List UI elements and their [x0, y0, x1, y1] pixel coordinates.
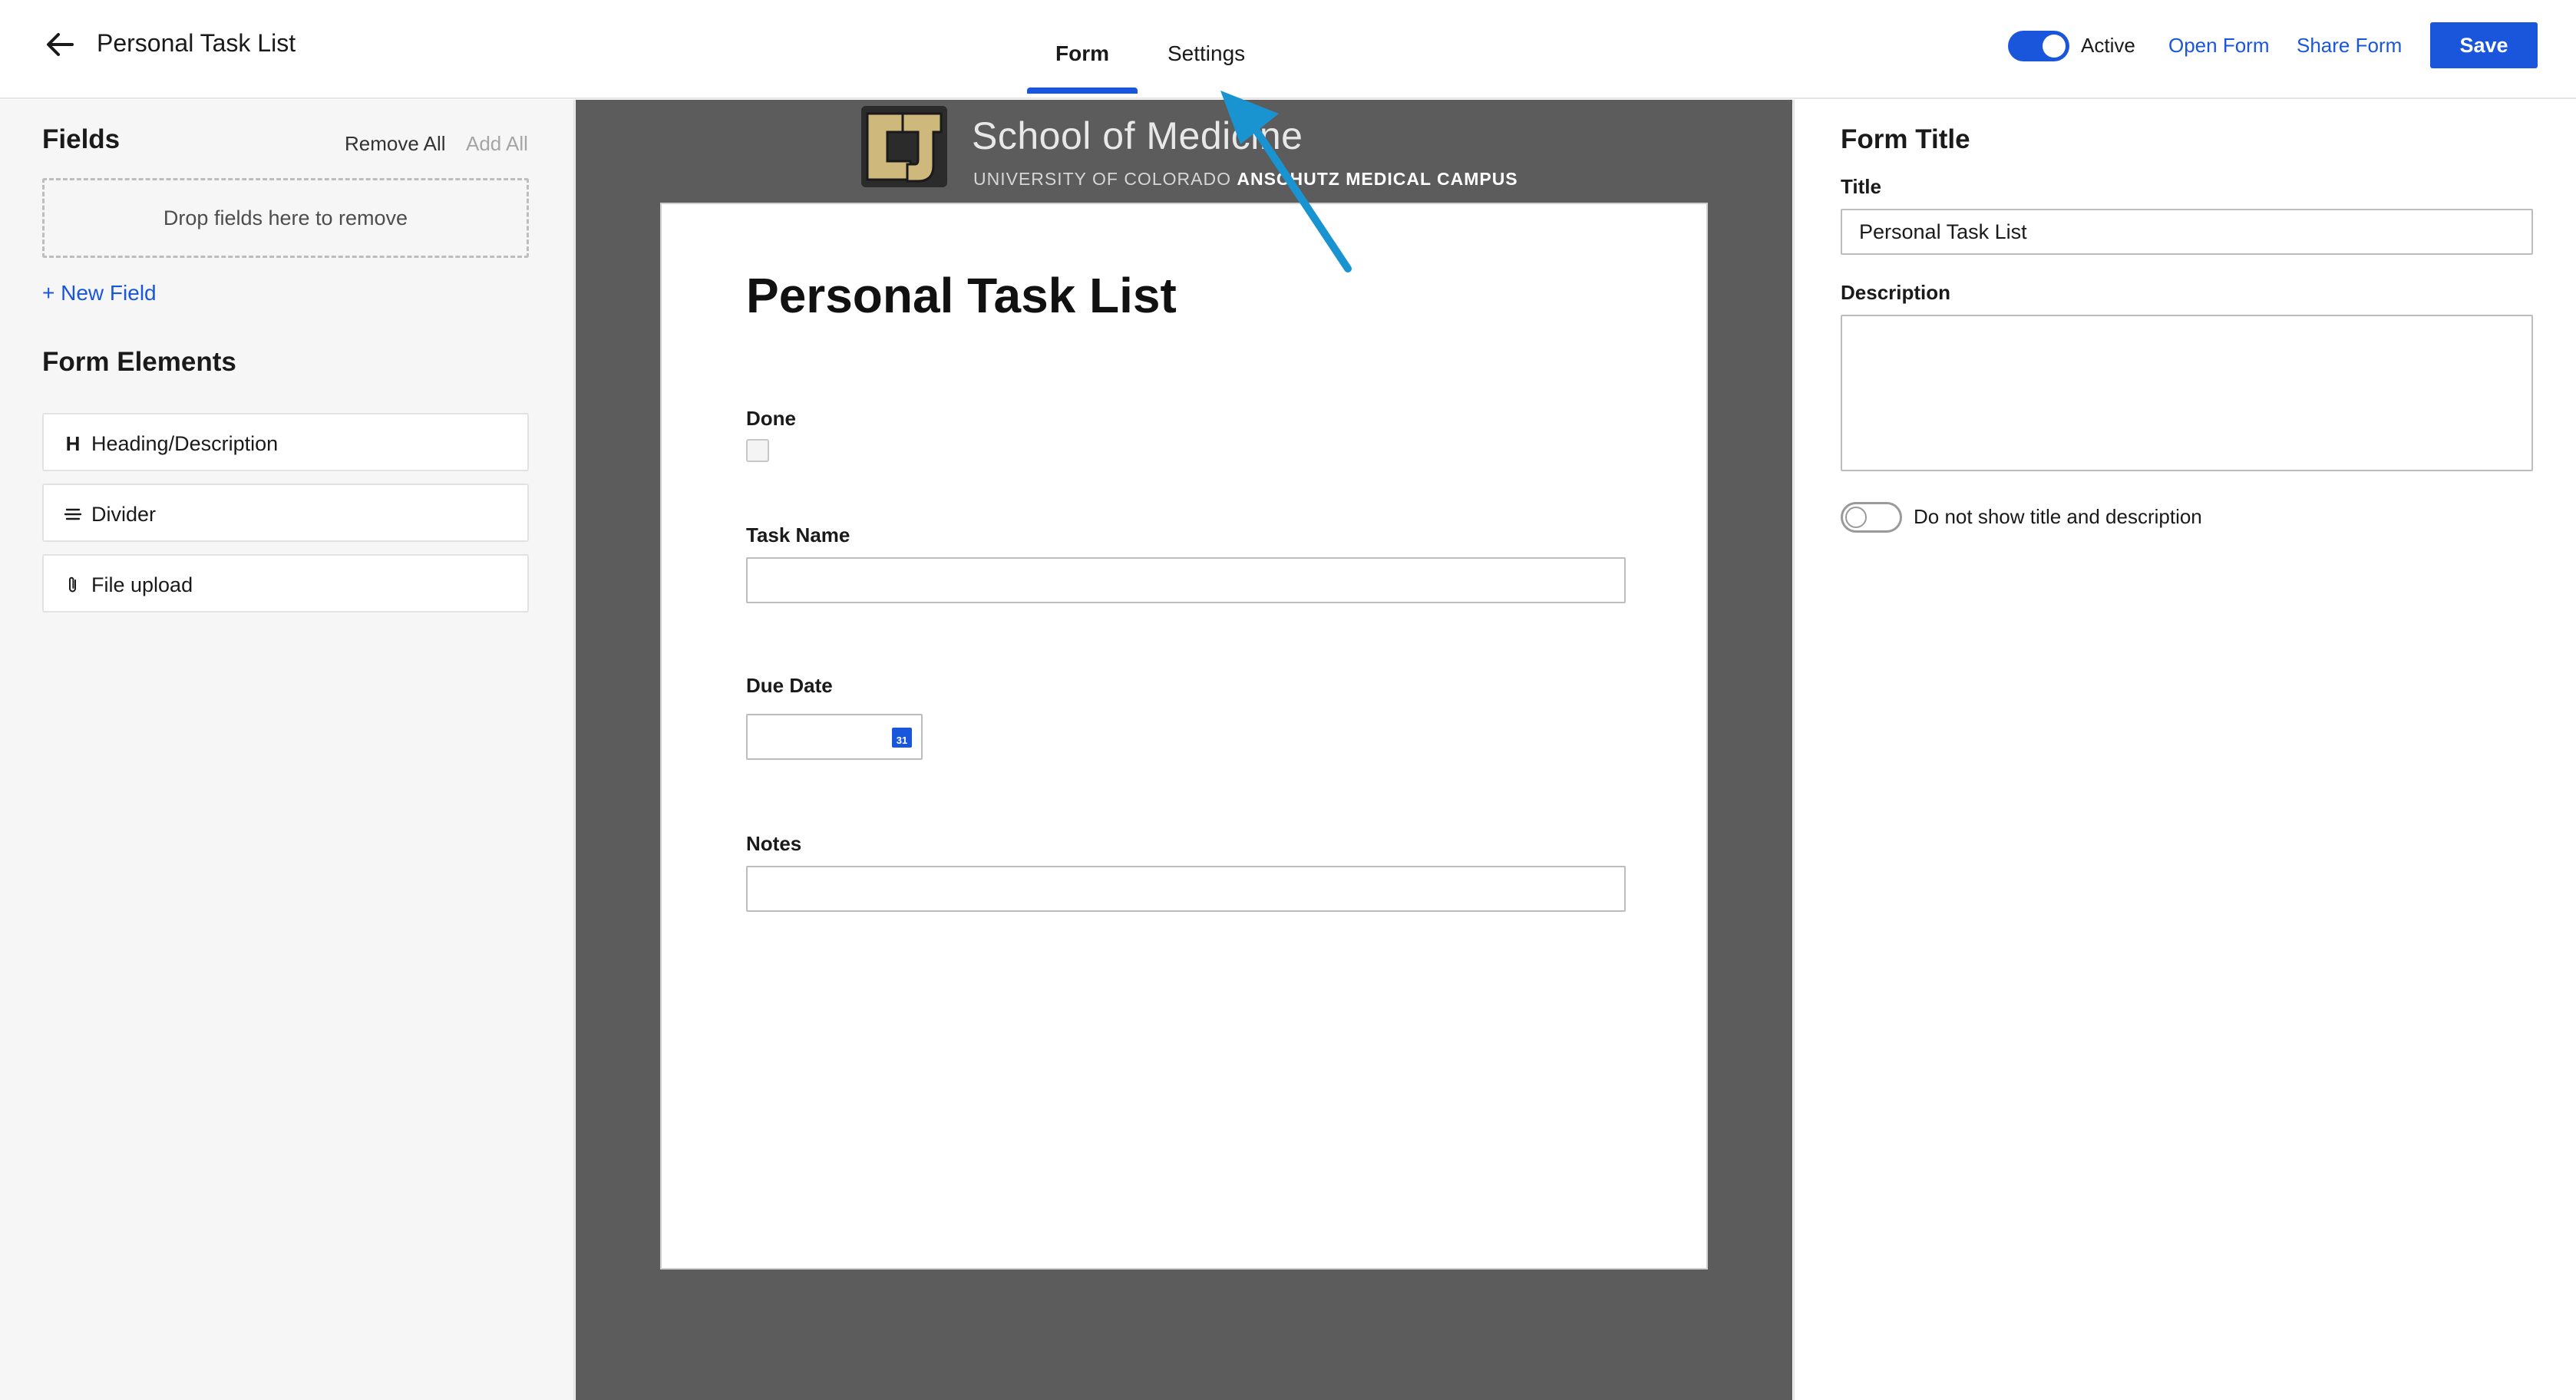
toggle-knob	[2043, 35, 2066, 58]
form-preview-title: Personal Task List	[746, 268, 1177, 323]
element-label: Divider	[91, 503, 157, 526]
done-checkbox[interactable]	[746, 439, 769, 462]
back-arrow-icon[interactable]	[41, 26, 78, 63]
active-toggle[interactable]	[2008, 31, 2069, 61]
remove-all-button[interactable]: Remove All	[345, 132, 446, 156]
field-label-due-date: Due Date	[746, 674, 833, 697]
notes-input[interactable]	[746, 866, 1626, 912]
field-label-done: Done	[746, 407, 796, 430]
fields-panel: Fields Remove All Add All Drop fields he…	[0, 100, 575, 1400]
task-name-input[interactable]	[746, 557, 1626, 603]
fields-heading: Fields	[42, 124, 121, 154]
cu-logo-icon	[861, 106, 947, 187]
hide-title-toggle-label: Do not show title and description	[1914, 505, 2202, 528]
add-all-button[interactable]: Add All	[466, 132, 528, 156]
open-form-link[interactable]: Open Form	[2168, 34, 2270, 58]
element-label: File upload	[91, 573, 193, 596]
properties-panel: Form Title Title Personal Task List Desc…	[1793, 100, 2576, 1400]
due-date-input[interactable]: 31	[746, 714, 923, 760]
drop-zone[interactable]: Drop fields here to remove	[42, 178, 529, 258]
element-heading-description[interactable]: H Heading/Description	[42, 413, 529, 471]
active-toggle-label: Active	[2081, 34, 2135, 57]
title-label: Title	[1841, 175, 1881, 198]
field-label-task-name: Task Name	[746, 523, 850, 546]
school-subtitle: UNIVERSITY OF COLORADO ANSCHUTZ MEDICAL …	[973, 169, 1518, 189]
form-canvas: School of Medicine UNIVERSITY OF COLORAD…	[576, 100, 1792, 1400]
tab-settings[interactable]: Settings	[1167, 41, 1245, 66]
element-label: Heading/Description	[91, 432, 279, 455]
school-name: School of Medicine	[972, 114, 1303, 157]
divider-icon	[59, 500, 87, 528]
new-field-link[interactable]: + New Field	[42, 281, 157, 305]
element-file-upload[interactable]: File upload	[42, 554, 529, 612]
description-textarea[interactable]	[1841, 315, 2533, 471]
form-preview-card: Personal Task List Done Task Name Due Da…	[660, 203, 1708, 1270]
school-logo: School of Medicine UNIVERSITY OF COLORAD…	[857, 101, 1518, 200]
element-divider[interactable]: Divider	[42, 484, 529, 542]
top-bar: Personal Task List Form Settings Active …	[0, 0, 2576, 99]
toggle-knob	[1845, 507, 1867, 528]
tab-form[interactable]: Form	[1055, 41, 1109, 66]
hide-title-toggle[interactable]	[1841, 502, 1902, 533]
field-label-notes: Notes	[746, 832, 802, 855]
calendar-icon[interactable]: 31	[892, 728, 912, 748]
paperclip-icon	[59, 571, 87, 599]
description-label: Description	[1841, 281, 1951, 304]
form-title-heading: Form Title	[1841, 124, 1970, 154]
title-input[interactable]: Personal Task List	[1841, 209, 2533, 255]
save-button[interactable]: Save	[2430, 22, 2538, 68]
share-form-link[interactable]: Share Form	[2297, 34, 2402, 58]
page-title: Personal Task List	[97, 29, 296, 57]
form-elements-heading: Form Elements	[42, 347, 236, 377]
active-tab-indicator	[1027, 88, 1138, 94]
heading-icon: H	[65, 431, 81, 455]
